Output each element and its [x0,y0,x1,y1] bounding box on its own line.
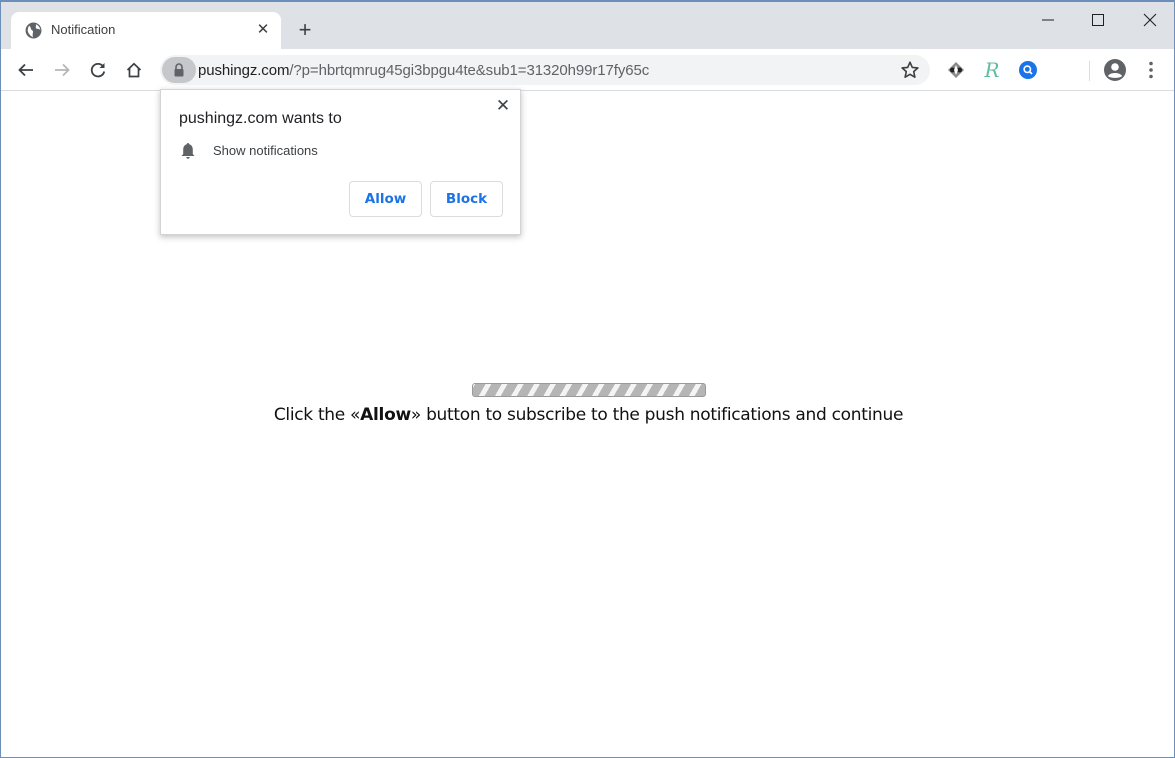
loading-progress-bar [472,383,706,397]
lock-icon [174,63,184,77]
notification-permission-popup: pushingz.com wants to ✕ Show notificatio… [160,89,521,235]
maximize-icon[interactable] [1083,8,1113,32]
url-domain: pushingz.com [198,62,290,79]
new-tab-button[interactable]: + [294,19,316,41]
url-path: /?p=hbrtqmrug45gi3bpgu4te&sub1=31320h99r… [289,62,650,79]
browser-window: Notification ✕ + pushingz.com/?p=hbrtqmr… [0,0,1175,758]
globe-icon [25,22,42,39]
site-info-button[interactable] [162,57,196,83]
instruction-message: Click the «Allow» button to subscribe to… [1,405,1175,425]
toolbar: pushingz.com/?p=hbrtqmrug45gi3bpgu4te&su… [1,49,1174,91]
tab-strip: Notification ✕ + [1,2,1174,49]
message-allow-emphasis: Allow [360,405,411,425]
message-text-after: » button to subscribe to the push notifi… [410,405,904,425]
allow-button[interactable]: Allow [349,181,422,217]
account-icon[interactable] [1103,58,1127,82]
popup-title: pushingz.com wants to [179,110,342,127]
minimize-icon[interactable] [1033,8,1063,32]
tab-close-icon[interactable]: ✕ [254,21,272,39]
kebab-menu-icon[interactable] [1141,60,1161,80]
block-button[interactable]: Block [430,181,503,217]
extension-diamond-icon[interactable] [946,60,966,80]
forward-icon[interactable] [51,59,73,81]
home-icon[interactable] [123,59,145,81]
message-text-before: Click the « [273,405,361,425]
close-window-icon[interactable] [1135,8,1165,32]
permission-label: Show notifications [213,143,318,158]
extension-search-icon[interactable] [1018,60,1038,80]
popup-close-icon[interactable]: ✕ [495,97,511,114]
star-icon[interactable] [900,60,920,80]
extension-r-icon[interactable]: R [982,60,1002,80]
bell-icon [181,143,195,159]
address-bar[interactable]: pushingz.com/?p=hbrtqmrug45gi3bpgu4te&su… [160,55,930,85]
reload-icon[interactable] [87,59,109,81]
tab-notification[interactable]: Notification ✕ [11,12,281,49]
back-icon[interactable] [15,59,37,81]
url-text[interactable]: pushingz.com/?p=hbrtqmrug45gi3bpgu4te&su… [198,62,649,79]
toolbar-separator [1089,61,1090,81]
tab-title: Notification [51,22,116,37]
